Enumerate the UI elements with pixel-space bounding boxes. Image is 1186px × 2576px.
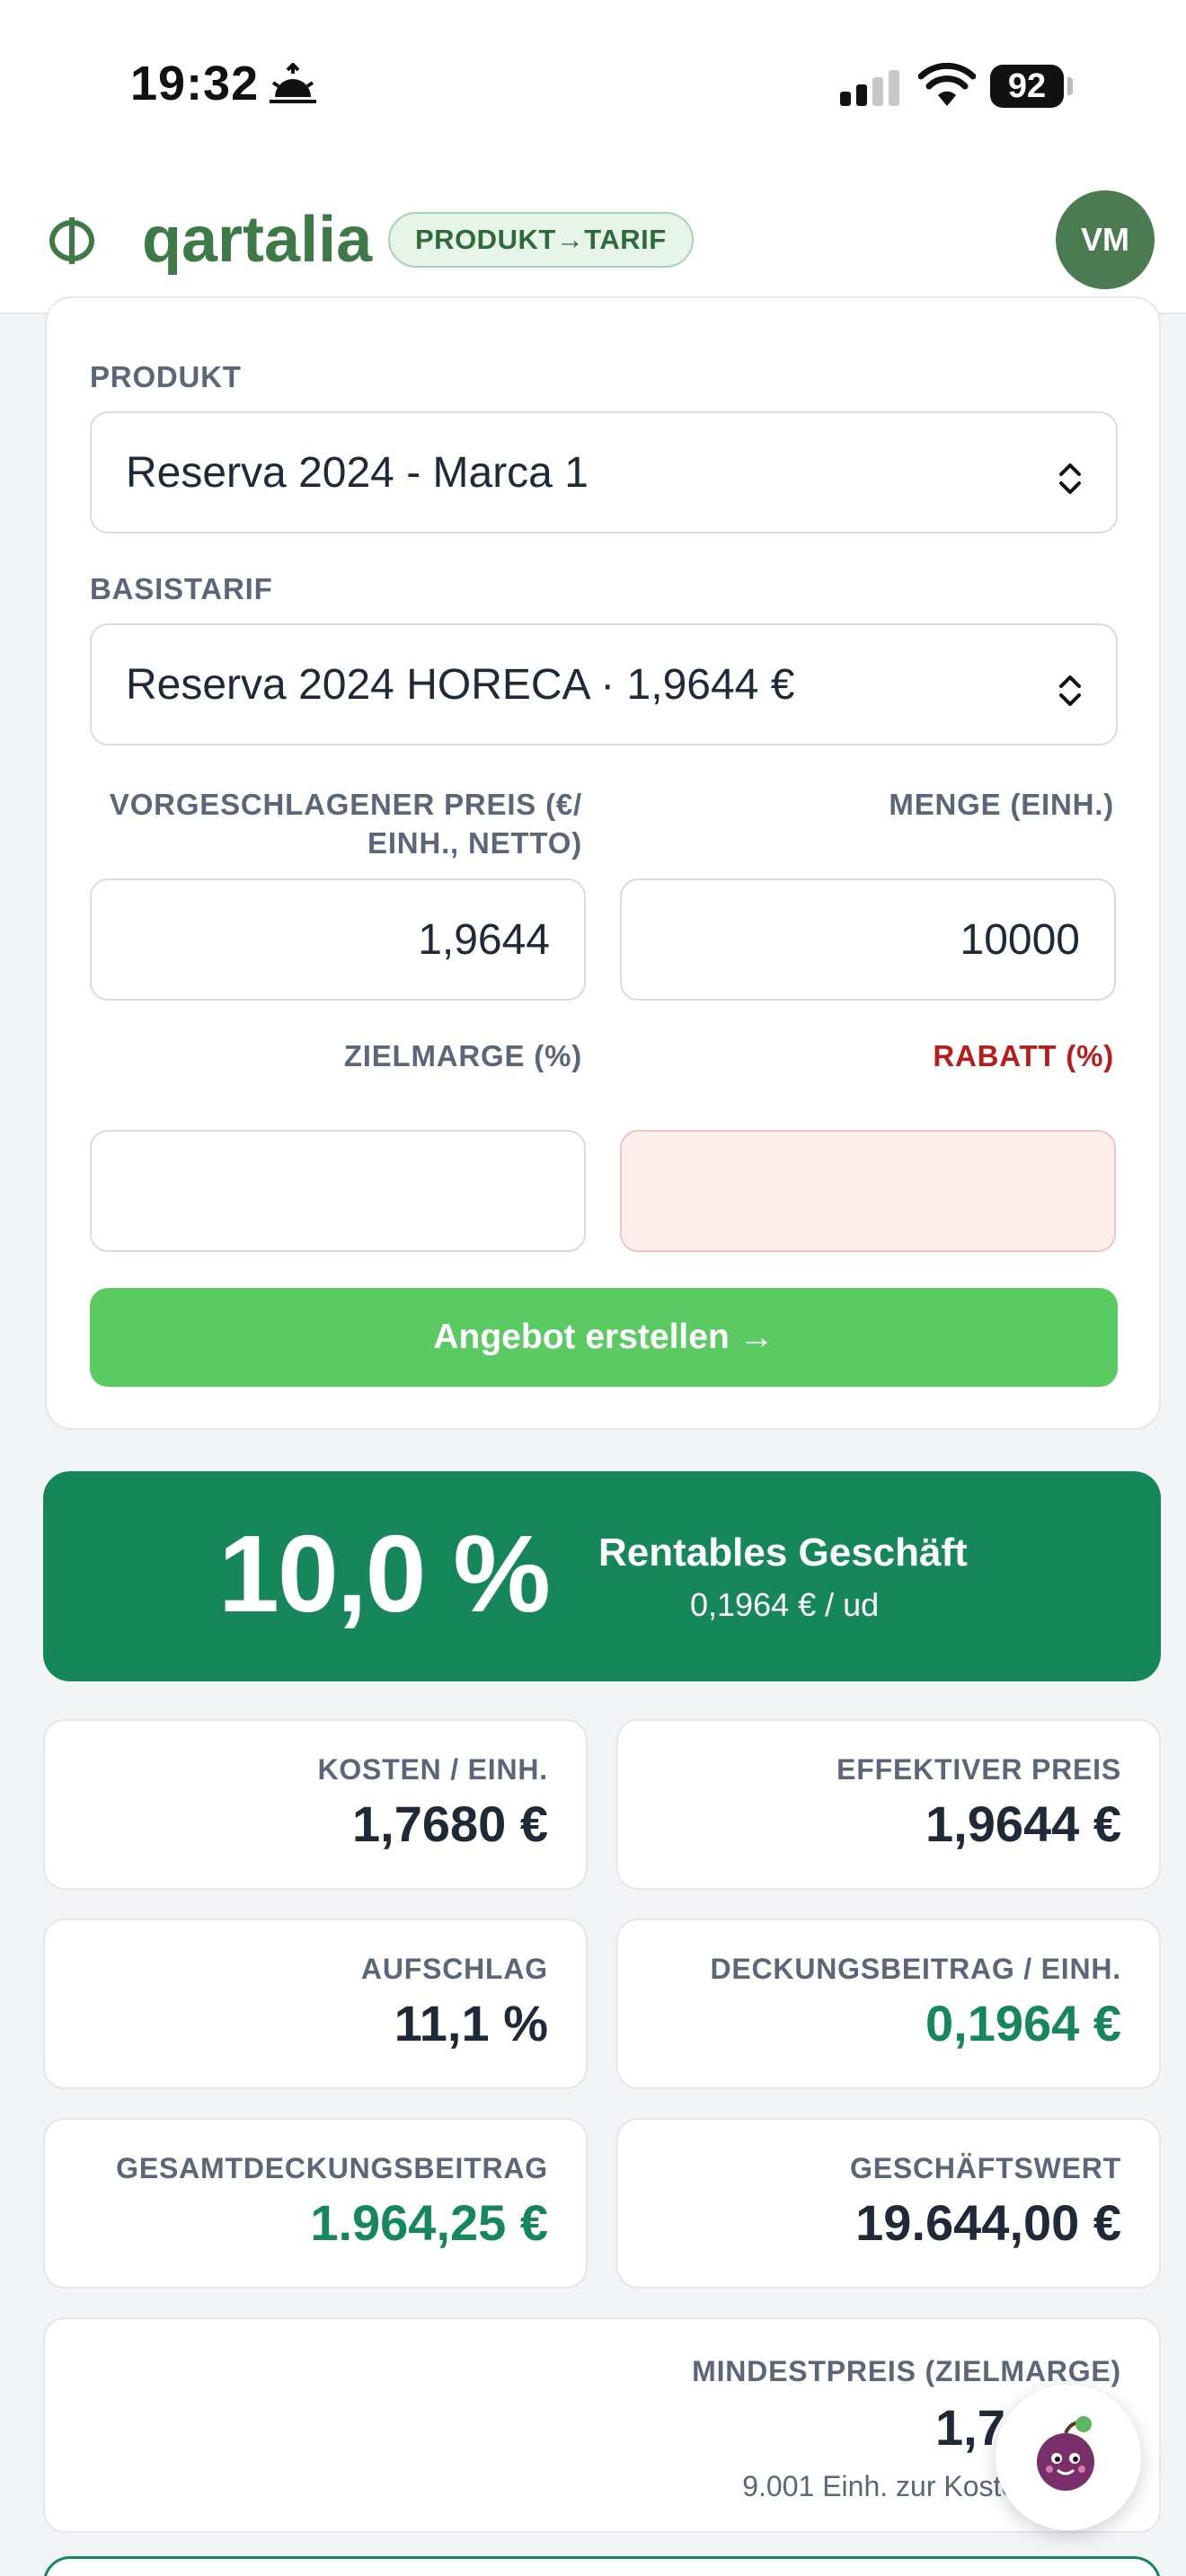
status-time: 19:32	[130, 57, 260, 110]
metric-card-deal-value: GESCHÄFTSWERT 19.644,00 €	[616, 2118, 1161, 2289]
quantity-label: MENGE (EINH.)	[889, 788, 1114, 821]
suggested-price-label-line2: EINH., NETTO)	[367, 826, 582, 860]
avatar[interactable]: VM	[1056, 190, 1155, 289]
next-card	[43, 2556, 1161, 2576]
create-offer-button[interactable]: Angebot erstellen →	[90, 1288, 1118, 1387]
target-margin-input[interactable]	[90, 1130, 586, 1252]
chevron-up-down-icon	[1057, 670, 1084, 719]
metric-value: 1,9644 €	[925, 1795, 1121, 1852]
metric-value: 1,7680 €	[352, 1795, 548, 1852]
metric-value: 1.964,25 €	[310, 2194, 548, 2251]
metric-value: 0,1964 €	[925, 1995, 1121, 2051]
profit-banner: 10,0 % Rentables Geschäft 0,1964 € / ud	[43, 1471, 1161, 1681]
discount-input[interactable]	[620, 1130, 1116, 1252]
metric-card-effective-price: EFFEKTIVER PREIS 1,9644 €	[616, 1719, 1161, 1890]
min-price-label: MINDESTPREIS (ZIELMARGE)	[692, 2355, 1121, 2387]
metric-label: GESAMTDECKUNGSBEITRAG	[116, 2152, 548, 2184]
metric-label: DECKUNGSBEITRAG / EINH.	[710, 1953, 1121, 1985]
assistant-button[interactable]	[996, 2385, 1141, 2530]
suggested-price-input[interactable]: 1,9644	[90, 878, 586, 1001]
battery-indicator: 92	[990, 65, 1064, 108]
chevron-up-down-icon	[1057, 458, 1084, 507]
metric-value: 11,1 %	[394, 1995, 548, 2051]
profit-status: Rentables Geschäft	[598, 1531, 968, 1575]
metric-card-markup: AUFSCHLAG 11,1 %	[43, 1919, 588, 2089]
base-tariff-select[interactable]: Reserva 2024 HORECA · 1,9644 €	[90, 623, 1118, 745]
metric-label: GESCHÄFTSWERT	[850, 2152, 1121, 2184]
product-select-value: Reserva 2024 - Marca 1	[126, 448, 589, 497]
base-tariff-select-value: Reserva 2024 HORECA · 1,9644 €	[126, 660, 795, 709]
metric-label: EFFEKTIVER PREIS	[836, 1753, 1121, 1786]
status-bar: 19:32 92	[0, 0, 1186, 171]
product-label: PRODUKT	[90, 360, 242, 393]
cellular-signal-icon	[840, 68, 903, 112]
quantity-input[interactable]: 10000	[620, 878, 1116, 1001]
plum-mascot-icon	[1028, 2415, 1109, 2501]
metric-label: AUFSCHLAG	[360, 1953, 548, 1985]
wifi-icon	[917, 62, 977, 114]
mode-badge[interactable]: PRODUKT→TARIF	[388, 212, 694, 268]
app-header: qartalia PRODUKT→TARIF VM	[0, 171, 1186, 314]
battery-tip	[1067, 77, 1073, 95]
metric-label: KOSTEN / EINH.	[317, 1753, 548, 1786]
per-unit-margin: 0,1964 € / ud	[690, 1586, 880, 1623]
metric-card-contribution-per-unit: DECKUNGSBEITRAG / EINH. 0,1964 €	[616, 1919, 1161, 2089]
product-select[interactable]: Reserva 2024 - Marca 1	[90, 411, 1118, 534]
suggested-price-label-line1: VORGESCHLAGENER PREIS (€/	[109, 788, 582, 821]
discount-label: RABATT (%)	[933, 1039, 1114, 1072]
base-tariff-label: BASISTARIF	[90, 572, 273, 605]
suggested-price-label: VORGESCHLAGENER PREIS (€/ EINH., NETTO)	[110, 785, 582, 862]
metric-card-cost: KOSTEN / EINH. 1,7680 €	[43, 1719, 588, 1890]
phi-logo-icon[interactable]	[47, 216, 97, 270]
margin-percentage: 10,0 %	[218, 1513, 551, 1635]
metric-value: 19.644,00 €	[855, 2194, 1121, 2251]
metric-card-total-contribution: GESAMTDECKUNGSBEITRAG 1.964,25 €	[43, 2118, 588, 2289]
min-price-note: 9.001 Einh. zur Kosten	[742, 2470, 1033, 2502]
sunrise-icon	[268, 62, 318, 112]
target-margin-label: ZIELMARGE (%)	[343, 1039, 582, 1072]
brand-name[interactable]: qartalia	[142, 203, 372, 277]
offer-form-card: PRODUKT Reserva 2024 - Marca 1 BASISTARI…	[45, 296, 1161, 1430]
min-price-card: MINDESTPREIS (ZIELMARGE) 1,76 9.001 Einh…	[43, 2317, 1161, 2533]
